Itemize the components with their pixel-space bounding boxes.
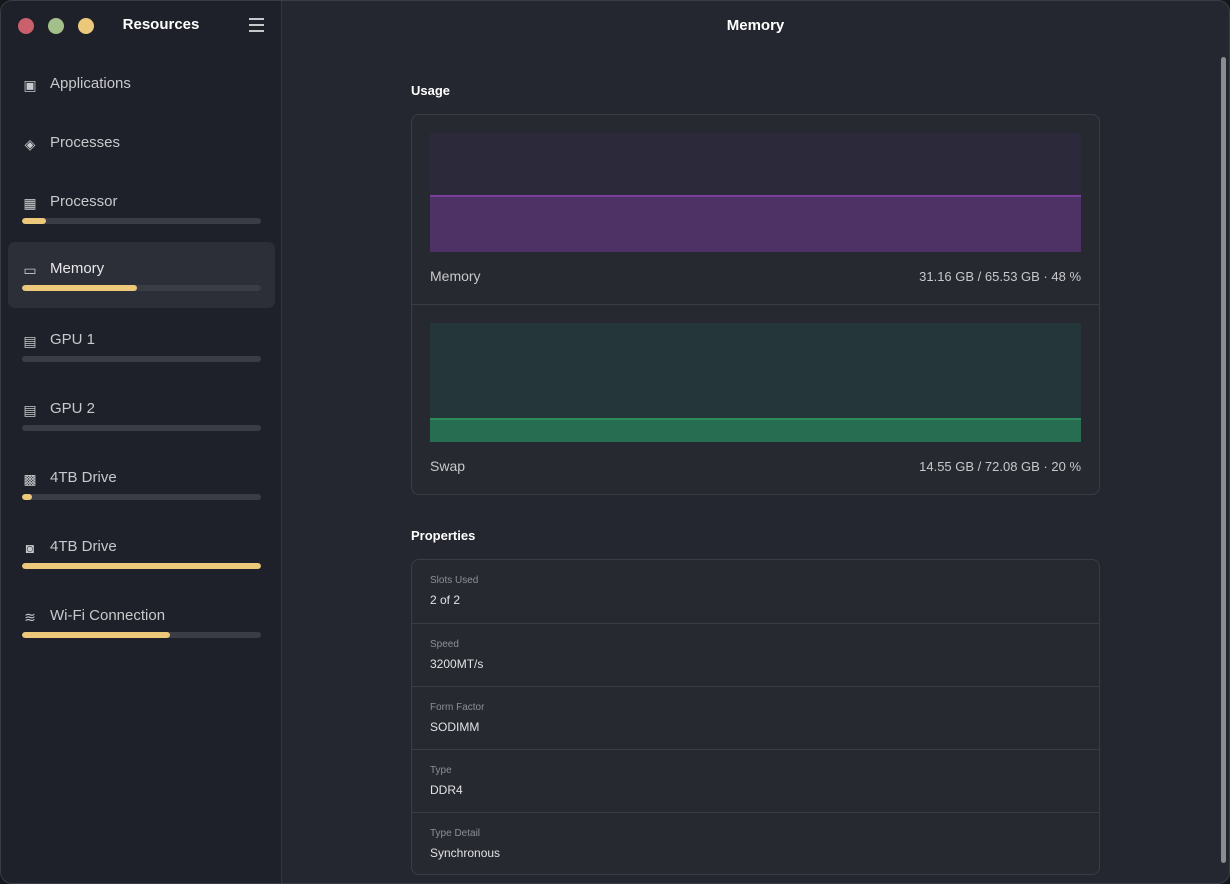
usage-bar-fill: [22, 632, 171, 638]
gpu-icon: ▤: [23, 402, 37, 418]
usage-bar: [22, 494, 261, 500]
sidebar-item-label: Memory: [50, 260, 105, 277]
memory-graph: [430, 133, 1081, 252]
swap-graph-fill: [430, 418, 1081, 442]
swap-value: 14.55 GB / 72.08 GB · 20 %: [919, 459, 1081, 474]
usage-bar: [22, 632, 261, 638]
page-title: Memory: [726, 17, 785, 34]
property-row: Type DDR4: [412, 749, 1099, 812]
usage-bar: [22, 285, 261, 291]
window-icon: ▣: [23, 77, 37, 93]
usage-bar: [22, 563, 261, 569]
window: Resources ▣ Applications ◈ Processes ▦ Proces…: [0, 0, 1230, 884]
property-value: Synchronous: [430, 846, 501, 860]
cpu-icon: ▦: [23, 195, 37, 211]
memory-label: Memory: [430, 268, 481, 284]
sidebar-item-label: Wi-Fi Connection: [50, 607, 166, 624]
property-key: Type Detail: [430, 828, 481, 839]
property-key: Form Factor: [430, 702, 485, 713]
swap-graph: [430, 323, 1081, 442]
usage-bar-fill: [22, 563, 261, 569]
usage-bar: [22, 218, 261, 224]
sidebar-item-4tb-drive[interactable]: ◙ 4TB Drive: [8, 520, 275, 586]
sidebar-item-wi-fi-connection[interactable]: ≋ Wi-Fi Connection: [8, 589, 275, 655]
property-value: 2 of 2: [430, 593, 461, 607]
sidebar-item-label: GPU 1: [50, 331, 96, 348]
scrollbar[interactable]: [1221, 57, 1226, 863]
gpu-icon: ▤: [23, 333, 37, 349]
properties-heading: Properties: [411, 528, 476, 543]
usage-card: Memory 31.16 GB / 65.53 GB · 48 % Swap 1…: [411, 114, 1100, 495]
memory-graph-fill: [430, 194, 1081, 252]
property-key: Slots Used: [430, 575, 479, 586]
property-row: Slots Used 2 of 2: [412, 560, 1099, 623]
sidebar-item-gpu-2[interactable]: ▤ GPU 2: [8, 382, 275, 448]
property-key: Type: [430, 765, 452, 776]
divider: [412, 304, 1099, 305]
memory-icon: ▭: [23, 262, 37, 278]
app-title: Resources: [122, 16, 200, 33]
sidebar-item-memory[interactable]: ▭ Memory: [8, 242, 275, 308]
processes-icon: ◈: [24, 136, 36, 152]
property-value: SODIMM: [430, 720, 480, 734]
sidebar-item-label: Processes: [50, 134, 121, 151]
minimize-button[interactable]: [48, 18, 64, 34]
swap-label: Swap: [430, 458, 466, 474]
property-row: Speed 3200MT/s: [412, 623, 1099, 686]
property-key: Speed: [430, 639, 459, 650]
sidebar-item-label: 4TB Drive: [50, 469, 117, 486]
usage-bar: [22, 425, 261, 431]
ssd-icon: ▩: [23, 471, 37, 487]
close-button[interactable]: [18, 18, 34, 34]
sidebar: Resources ▣ Applications ◈ Processes ▦ Proces…: [1, 1, 282, 883]
hdd-icon: ◙: [25, 540, 35, 556]
sidebar-item-label: GPU 2: [50, 400, 96, 417]
properties-card: Slots Used 2 of 2 Speed 3200MT/s Form Factor…: [411, 559, 1100, 875]
usage-bar-fill: [22, 285, 137, 291]
sidebar-item-applications[interactable]: ▣ Applications: [8, 57, 275, 123]
usage-bar: [22, 356, 261, 362]
property-value: DDR4: [430, 783, 463, 797]
usage-heading: Usage: [411, 83, 451, 98]
sidebar-item-4tb-drive[interactable]: ▩ 4TB Drive: [8, 451, 275, 517]
sidebar-item-processor[interactable]: ▦ Processor: [8, 175, 275, 241]
usage-bar-fill: [22, 218, 46, 224]
usage-bar-fill: [22, 494, 32, 500]
sidebar-item-label: 4TB Drive: [50, 538, 117, 555]
wifi-icon: ≋: [24, 609, 36, 625]
sidebar-item-processes[interactable]: ◈ Processes: [8, 116, 275, 182]
memory-value: 31.16 GB / 65.53 GB · 48 %: [919, 269, 1081, 284]
property-row: Type Detail Synchronous: [412, 812, 1099, 875]
sidebar-item-label: Applications: [50, 75, 131, 92]
hamburger-menu-icon[interactable]: [249, 18, 264, 32]
property-row: Form Factor SODIMM: [412, 686, 1099, 749]
sidebar-item-label: Processor: [50, 193, 118, 210]
maximize-button[interactable]: [78, 18, 94, 34]
sidebar-item-gpu-1[interactable]: ▤ GPU 1: [8, 313, 275, 379]
property-value: 3200MT/s: [430, 657, 484, 671]
